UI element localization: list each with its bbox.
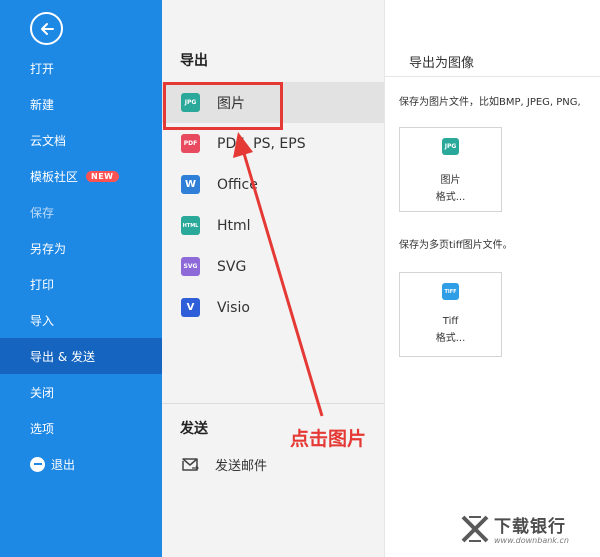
highlight-box bbox=[163, 82, 283, 130]
image-panel-title: 导出为图像 bbox=[409, 56, 475, 71]
watermark-logo-icon bbox=[461, 515, 489, 543]
menu-item-save[interactable]: 保存 bbox=[0, 194, 162, 230]
menu-item-import[interactable]: 导入 bbox=[0, 302, 162, 338]
menu-item-label: 打印 bbox=[30, 277, 55, 292]
menu-item-close[interactable]: 关闭 bbox=[0, 374, 162, 410]
svg-file-icon: SVG bbox=[181, 257, 200, 276]
sidebar: 打开 新建 云文档 模板社区 NEW 保存 另存为 打印 导入 导出 & 发送 … bbox=[0, 0, 162, 557]
watermark-url: www.downbank.cn bbox=[494, 536, 569, 545]
menu-item-label: 保存 bbox=[30, 205, 55, 220]
menu-item-label: 关闭 bbox=[30, 385, 55, 400]
tiff-format-card[interactable]: TIFF Tiff 格式... bbox=[399, 272, 502, 357]
arrow-left-icon bbox=[40, 22, 54, 35]
menu-item-options[interactable]: 选项 bbox=[0, 410, 162, 446]
export-item-svg[interactable]: SVG SVG bbox=[162, 246, 384, 287]
export-item-label: Html bbox=[217, 217, 251, 234]
menu-item-cloud-docs[interactable]: 云文档 bbox=[0, 122, 162, 158]
menu-item-label: 导出 & 发送 bbox=[30, 349, 95, 364]
send-section-title: 发送 bbox=[180, 421, 208, 437]
exit-icon bbox=[30, 456, 45, 472]
menu-item-label: 退出 bbox=[51, 457, 76, 472]
export-item-visio[interactable]: V Visio bbox=[162, 287, 384, 328]
tiff-desc: 保存为多页tiff图片文件。 bbox=[399, 240, 513, 251]
menu-item-label: 云文档 bbox=[30, 133, 67, 148]
section-divider bbox=[162, 403, 384, 404]
html-file-icon: HTML bbox=[181, 216, 200, 235]
watermark-text: 下载银行 bbox=[494, 517, 566, 537]
card-label: Tiff bbox=[442, 316, 459, 327]
menu-item-label: 导入 bbox=[30, 313, 55, 328]
card-label: 图片 bbox=[440, 175, 461, 186]
export-item-label: Office bbox=[217, 176, 258, 193]
menu-item-export-send[interactable]: 导出 & 发送 bbox=[0, 338, 162, 374]
menu-item-save-as[interactable]: 另存为 bbox=[0, 230, 162, 266]
jpg-file-icon: JPG bbox=[442, 138, 459, 155]
export-item-office[interactable]: W Office bbox=[162, 164, 384, 205]
export-section-title: 导出 bbox=[180, 53, 208, 69]
image-desc: 保存为图片文件，比如BMP, JPEG, PNG, bbox=[399, 97, 581, 108]
annotation-text: 点击图片 bbox=[290, 428, 367, 450]
export-item-html[interactable]: HTML Html bbox=[162, 205, 384, 246]
menu-item-print[interactable]: 打印 bbox=[0, 266, 162, 302]
visio-file-icon: V bbox=[181, 298, 200, 317]
menu-item-label: 打开 bbox=[30, 61, 55, 76]
new-badge: NEW bbox=[86, 170, 119, 182]
export-item-label: Visio bbox=[217, 299, 250, 316]
menu-item-label: 模板社区 bbox=[30, 169, 79, 184]
export-item-label: PDF, PS, EPS bbox=[217, 135, 306, 152]
tiff-file-icon: TIFF bbox=[442, 283, 459, 300]
export-item-label: SVG bbox=[217, 258, 247, 275]
back-button[interactable] bbox=[30, 12, 63, 45]
mail-icon bbox=[182, 458, 199, 471]
card-sub: 格式... bbox=[435, 192, 466, 203]
word-file-icon: W bbox=[181, 175, 200, 194]
file-menu: 打开 新建 云文档 模板社区 NEW 保存 另存为 打印 导入 导出 & 发送 … bbox=[0, 50, 162, 482]
image-export-panel: 导出为图像 保存为图片文件，比如BMP, JPEG, PNG, JPG 图片 格… bbox=[384, 0, 600, 557]
send-email-item[interactable]: 发送邮件 bbox=[181, 455, 267, 474]
menu-item-new[interactable]: 新建 bbox=[0, 86, 162, 122]
image-format-card[interactable]: JPG 图片 格式... bbox=[399, 127, 502, 212]
menu-item-label: 新建 bbox=[30, 97, 55, 112]
menu-item-label: 另存为 bbox=[30, 241, 67, 256]
send-email-label: 发送邮件 bbox=[215, 459, 268, 474]
menu-item-open[interactable]: 打开 bbox=[0, 50, 162, 86]
menu-item-template-community[interactable]: 模板社区 NEW bbox=[0, 158, 162, 194]
menu-item-exit[interactable]: 退出 bbox=[0, 446, 162, 482]
watermark: 下载银行 www.downbank.cn bbox=[460, 512, 592, 552]
menu-item-label: 选项 bbox=[30, 421, 55, 436]
panel-rule bbox=[385, 76, 600, 77]
card-sub: 格式... bbox=[435, 333, 466, 344]
pdf-file-icon: PDF bbox=[181, 134, 200, 153]
